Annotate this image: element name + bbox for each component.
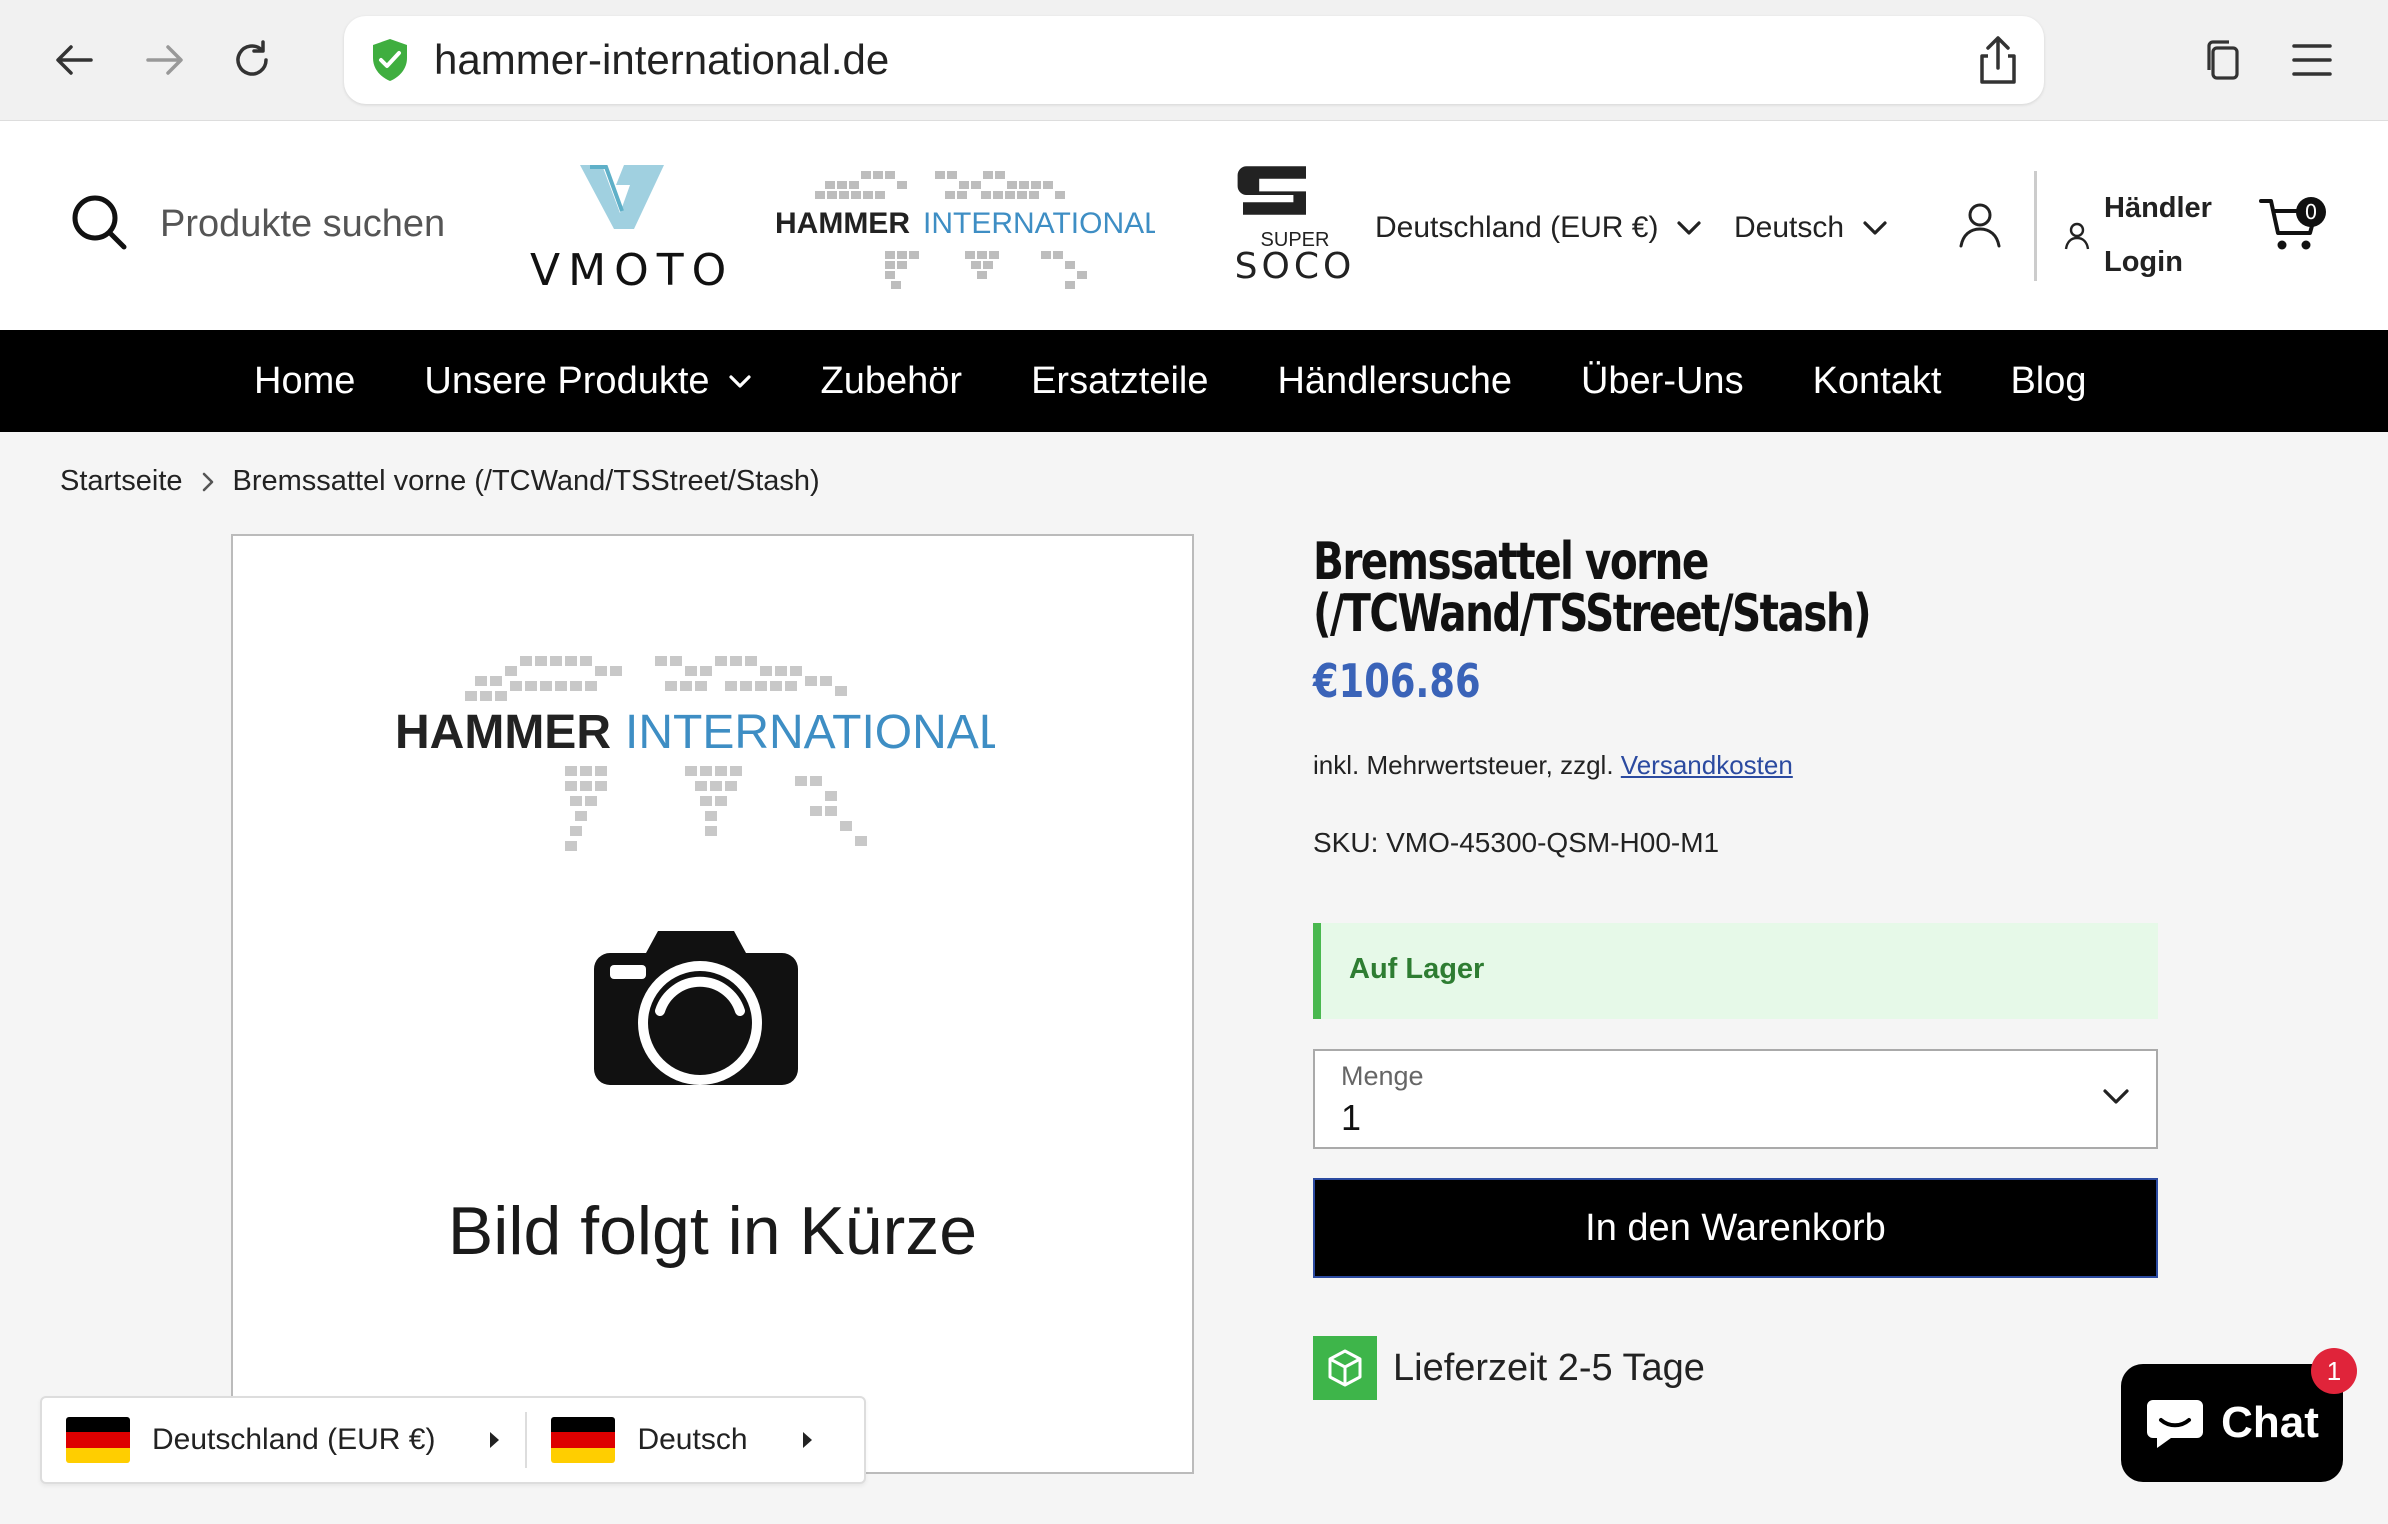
chevron-down-icon bbox=[1677, 221, 1702, 235]
image-placeholder-caption: Bild folgt in Kürze bbox=[447, 1193, 978, 1269]
tax-note-text: inkl. Mehrwertsteuer, zzgl. bbox=[1313, 750, 1614, 780]
hammer-international-logo[interactable]: HAMMER INTERNATIONAL bbox=[775, 161, 1161, 305]
arrow-right-icon bbox=[146, 45, 183, 75]
breadcrumb: Startseite Bremssattel vorne (/TCWand/TS… bbox=[60, 465, 820, 498]
chat-button[interactable]: Chat bbox=[2121, 1364, 2343, 1482]
dealer-label: Händler bbox=[2104, 192, 2212, 224]
delivery-info: Lieferzeit 2-5 Tage bbox=[1313, 1336, 1705, 1400]
quantity-value: 1 bbox=[1341, 1097, 1362, 1138]
arrow-left-icon bbox=[56, 45, 93, 75]
shipping-cost-link[interactable]: Versandkosten bbox=[1621, 750, 1793, 780]
product-sku: SKU: VMO-45300-QSM-H00-M1 bbox=[1313, 827, 1720, 858]
region-selector[interactable]: Deutschland (EUR €) bbox=[1375, 211, 1702, 245]
back-button[interactable] bbox=[45, 30, 105, 90]
product-price: €106.86 bbox=[1313, 654, 1481, 708]
locale-region-selector[interactable]: Deutschland (EUR €) bbox=[42, 1398, 525, 1482]
language-selector[interactable]: Deutsch bbox=[1734, 211, 1888, 245]
url-text: hammer-international.de bbox=[434, 36, 890, 83]
nav-ersatzteile[interactable]: Ersatzteile bbox=[1031, 360, 1208, 403]
reload-icon bbox=[236, 40, 268, 76]
international-text: INTERNATIONAL bbox=[923, 207, 1155, 240]
delivery-time: Lieferzeit 2-5 Tage bbox=[1393, 1346, 1705, 1389]
forward-button[interactable] bbox=[134, 30, 194, 90]
main-navigation: Home Unsere Produkte Zubehör Ersatzteile… bbox=[0, 330, 2388, 432]
chevron-down-icon bbox=[1863, 221, 1887, 235]
language-label: Deutsch bbox=[1734, 211, 1845, 244]
share-icon[interactable] bbox=[1974, 34, 2022, 86]
dealer-login-link[interactable]: Händler Login bbox=[2064, 181, 2212, 289]
search-icon[interactable] bbox=[70, 193, 128, 251]
account-icon[interactable] bbox=[1958, 201, 2002, 249]
login-label: Login bbox=[2104, 246, 2183, 278]
world-map-dots-icon: HAMMER INTERNATIONAL bbox=[775, 171, 1161, 289]
locale-bar: Deutschland (EUR €) Deutsch bbox=[40, 1396, 866, 1484]
nav-unsere-produkte[interactable]: Unsere Produkte bbox=[424, 360, 751, 403]
quantity-label: Menge bbox=[1341, 1061, 1424, 1091]
address-bar[interactable]: hammer-international.de bbox=[344, 16, 2044, 104]
reload-button[interactable] bbox=[222, 30, 282, 90]
nav-kontakt[interactable]: Kontakt bbox=[1813, 360, 1942, 403]
stock-status-label: Auf Lager bbox=[1349, 953, 1485, 985]
browser-toolbar: hammer-international.de bbox=[0, 0, 2388, 121]
locale-language-label: Deutsch bbox=[637, 1423, 748, 1456]
locale-language-selector[interactable]: Deutsch bbox=[527, 1398, 837, 1482]
search-input[interactable]: Produkte suchen bbox=[160, 203, 445, 246]
hamburger-icon bbox=[2292, 44, 2332, 76]
chevron-down-icon bbox=[728, 375, 751, 388]
nav-blog[interactable]: Blog bbox=[2010, 360, 2086, 403]
nav-unsere-produkte-label: Unsere Produkte bbox=[424, 359, 710, 402]
nav-zubehoer[interactable]: Zubehör bbox=[821, 360, 963, 403]
nav-haendlersuche[interactable]: Händlersuche bbox=[1277, 360, 1511, 403]
dealer-user-icon bbox=[2064, 222, 2090, 250]
tabs-button[interactable] bbox=[2193, 30, 2253, 90]
chevron-down-icon bbox=[2103, 1089, 2129, 1104]
add-to-cart-button[interactable]: In den Warenkorb bbox=[1313, 1178, 2158, 1278]
breadcrumb-current: Bremssattel vorne (/TCWand/TSStreet/Stas… bbox=[232, 465, 820, 497]
caret-right-icon bbox=[490, 1432, 500, 1448]
shield-check-icon bbox=[373, 39, 407, 81]
german-flag-icon bbox=[66, 1417, 130, 1463]
vmoto-logo[interactable]: VMOTO bbox=[530, 157, 734, 296]
hammer-placeholder-logo: HAMMER INTERNATIONAL bbox=[395, 656, 995, 851]
cart-count-badge: 0 bbox=[2296, 197, 2326, 227]
chat-label: Chat bbox=[2221, 1398, 2319, 1447]
tax-note: inkl. Mehrwertsteuer, zzgl. Versandkoste… bbox=[1313, 750, 1793, 781]
breadcrumb-home[interactable]: Startseite bbox=[60, 465, 183, 498]
product-image[interactable]: HAMMER INTERNATIONAL Bild folgt in Kürze bbox=[231, 534, 1194, 1474]
package-icon bbox=[1313, 1336, 1377, 1400]
locale-region-label: Deutschland (EUR €) bbox=[152, 1423, 436, 1456]
hammer-text: HAMMER bbox=[775, 207, 910, 240]
vmoto-mark-icon bbox=[580, 165, 664, 229]
site-header: Produkte suchen VMOTO HAMMER INTERNATION… bbox=[0, 121, 2388, 330]
vmoto-wordmark: VMOTO bbox=[530, 245, 735, 296]
header-divider bbox=[2034, 171, 2037, 281]
camera-icon bbox=[594, 931, 798, 1085]
soco-wordmark: SOCO bbox=[1234, 246, 1356, 287]
stock-status: Auf Lager bbox=[1313, 923, 2158, 1019]
nav-ueber-uns[interactable]: Über-Uns bbox=[1581, 360, 1744, 403]
chat-bubble-icon bbox=[2147, 1400, 2204, 1448]
tabs-icon bbox=[2207, 40, 2239, 80]
quantity-select[interactable]: Menge 1 bbox=[1313, 1049, 2158, 1149]
chevron-right-icon bbox=[202, 472, 213, 491]
nav-home[interactable]: Home bbox=[254, 360, 355, 403]
german-flag-icon bbox=[551, 1417, 616, 1463]
soco-mark-icon bbox=[1237, 166, 1306, 215]
region-label: Deutschland (EUR €) bbox=[1375, 211, 1659, 244]
menu-button[interactable] bbox=[2282, 30, 2342, 90]
placeholder-hammer-text: HAMMER bbox=[395, 706, 611, 759]
super-soco-logo[interactable]: SUPER SOCO bbox=[1225, 161, 1365, 287]
product-title: Bremssattel vorne (/TCWand/TSStreet/Stas… bbox=[1313, 532, 1872, 644]
chat-unread-badge: 1 bbox=[2311, 1348, 2357, 1394]
placeholder-international-text: INTERNATIONAL bbox=[625, 706, 995, 759]
caret-right-icon bbox=[802, 1432, 812, 1448]
